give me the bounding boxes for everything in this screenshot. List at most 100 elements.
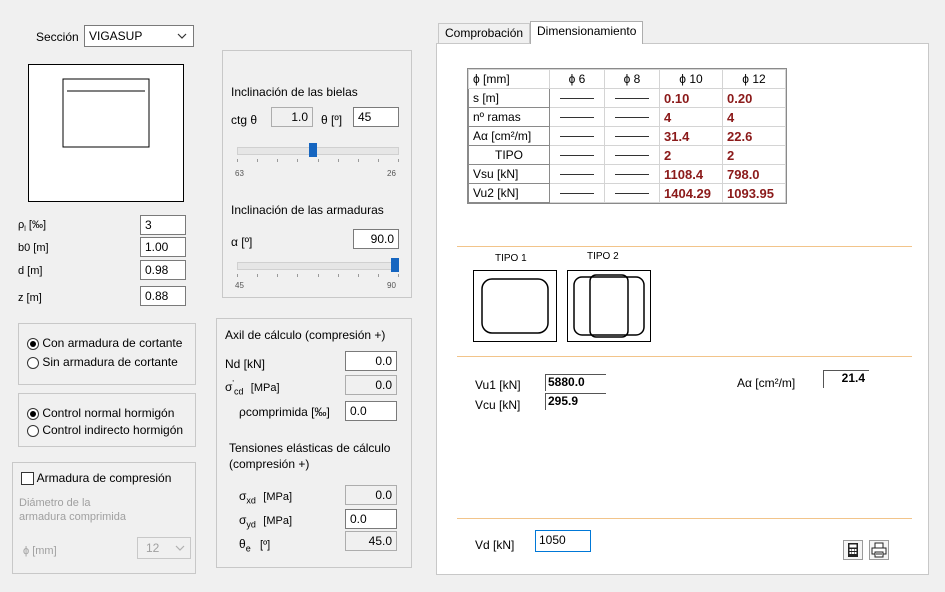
vd-field[interactable]: 1050: [535, 530, 591, 552]
row-label: Aα [cm²/m]: [468, 126, 550, 146]
ctg-value: 1.0: [271, 107, 313, 127]
radio-without-shear[interactable]: Sin armadura de cortante: [27, 355, 178, 369]
compression-group: Armadura de compresión Diámetro de la ar…: [12, 462, 196, 574]
chevron-down-icon: [175, 545, 185, 551]
value-cell: 798.0: [722, 164, 786, 184]
beam-section-drawing: [62, 78, 150, 148]
slider-tick: [398, 274, 399, 277]
slider-tick: [358, 274, 359, 277]
axil-title: Axil de cálculo (compresión +): [225, 328, 386, 342]
aalpha-value: 21.4: [823, 370, 869, 388]
radio-indirect-control[interactable]: Control indirecto hormigón: [27, 423, 183, 437]
value-cell: 1108.4: [659, 164, 723, 184]
tab-dimensionamiento[interactable]: Dimensionamiento: [530, 21, 644, 44]
arm-title: Inclinación de las armaduras: [231, 203, 384, 217]
diameter-unit-label: ϕ [mm]: [23, 545, 57, 557]
calculator-icon: [848, 543, 858, 557]
row-label: s [m]: [468, 88, 550, 108]
sxd-label: σxd [MPa]: [239, 489, 292, 506]
vcu-label: Vcu [kN]: [475, 398, 521, 412]
slider-tick: [277, 159, 278, 162]
print-button[interactable]: [869, 540, 889, 560]
rho-compressed-field[interactable]: 0.0: [345, 401, 397, 421]
axil-group: Axil de cálculo (compresión +) Nd [kN] 0…: [216, 318, 412, 568]
theta-label: θ [º]: [321, 113, 343, 127]
param-z-label: z [m]: [18, 292, 42, 304]
section-preview: [28, 64, 184, 202]
section-select[interactable]: VIGASUP: [84, 25, 194, 47]
slider-tick: [297, 159, 298, 162]
radio-normal-control[interactable]: Control normal hormigón: [27, 406, 174, 420]
table-header-row: ϕ [mm] ϕ 6 ϕ 8 ϕ 10 ϕ 12: [468, 69, 786, 89]
scd-value: 0.0: [345, 375, 397, 395]
slider-tick: [297, 274, 298, 277]
syd-field[interactable]: 0.0: [345, 509, 397, 529]
vd-label: Vd [kN]: [475, 538, 515, 552]
theta-field[interactable]: 45: [353, 107, 399, 127]
tipo1-label: TIPO 1: [495, 253, 527, 264]
tipo1-stirrup-icon: [473, 270, 557, 342]
slider-thumb[interactable]: [309, 143, 317, 157]
empty-cell: [604, 164, 660, 184]
table-row: s [m] 0.10 0.20: [468, 88, 786, 108]
slider-tick: [257, 274, 258, 277]
value-cell: 0.10: [659, 88, 723, 108]
slider-tick: [338, 159, 339, 162]
radio-off-icon: [27, 424, 39, 437]
slider2-max: 90: [387, 281, 396, 290]
concrete-control-group: Control normal hormigón Control indirect…: [18, 393, 196, 447]
slider-thumb[interactable]: [391, 258, 399, 272]
row-label: Vu2 [kN]: [468, 183, 550, 203]
slider-tick: [398, 159, 399, 162]
empty-cell: [604, 126, 660, 146]
slider1-min: 63: [235, 169, 244, 178]
slider-tick: [277, 274, 278, 277]
empty-cell: [604, 107, 660, 127]
vcu-value: 295.9: [545, 393, 606, 410]
dimensionamiento-panel: ϕ [mm] ϕ 6 ϕ 8 ϕ 10 ϕ 12 s [m] 0.10 0.20…: [436, 43, 929, 575]
table-header-cell: ϕ 6: [549, 69, 605, 89]
theta-slider[interactable]: [237, 143, 399, 162]
shear-reinforcement-group: Con armadura de cortante Sin armadura de…: [18, 323, 196, 385]
value-cell: 1404.29: [659, 183, 723, 203]
diameter-value: 12: [146, 541, 160, 555]
param-z-field[interactable]: 0.88: [140, 286, 186, 306]
table-header-cell: ϕ 10: [659, 69, 723, 89]
value-cell: 1093.95: [722, 183, 786, 203]
divider: [457, 246, 912, 247]
slider-tick: [237, 159, 238, 162]
radio-on-icon: [27, 407, 39, 420]
empty-cell: [549, 107, 605, 127]
radio-on-icon: [27, 337, 39, 350]
alpha-slider[interactable]: [237, 258, 399, 277]
table-header-cell: ϕ [mm]: [468, 69, 550, 89]
nd-field[interactable]: 0.0: [345, 351, 397, 371]
theta-e-value: 45.0: [345, 531, 397, 551]
table-header-cell: ϕ 12: [722, 69, 786, 89]
chevron-down-icon: [177, 33, 187, 39]
slider-tick: [318, 274, 319, 277]
empty-cell: [549, 145, 605, 165]
radio-with-shear[interactable]: Con armadura de cortante: [27, 336, 182, 350]
param-b0-field[interactable]: 1.00: [140, 237, 186, 257]
calculator-button[interactable]: [843, 540, 863, 560]
alpha-field[interactable]: 90.0: [353, 229, 399, 249]
tipo2-label: TIPO 2: [587, 251, 619, 262]
empty-cell: [549, 164, 605, 184]
diameter-select[interactable]: 12: [137, 537, 191, 559]
slider-tick: [378, 274, 379, 277]
tipo2-stirrup-icon: [567, 270, 651, 342]
tens-title-1: Tensiones elásticas de cálculo: [229, 441, 391, 455]
divider: [457, 356, 912, 357]
empty-cell: [604, 88, 660, 108]
diameter-label-1: Diámetro de la: [19, 497, 91, 509]
vu1-value: 5880.0: [545, 374, 606, 391]
value-cell: 31.4: [659, 126, 723, 146]
param-d-field[interactable]: 0.98: [140, 260, 186, 280]
param-b0-label: b0 [m]: [18, 242, 49, 254]
compression-checkbox[interactable]: Armadura de compresión: [21, 471, 171, 486]
value-cell: 2: [722, 145, 786, 165]
param-rho-field[interactable]: 3: [140, 215, 186, 235]
tab-comprobacion[interactable]: Comprobación: [438, 23, 531, 43]
table-row: Vsu [kN] 1108.4 798.0: [468, 164, 786, 184]
